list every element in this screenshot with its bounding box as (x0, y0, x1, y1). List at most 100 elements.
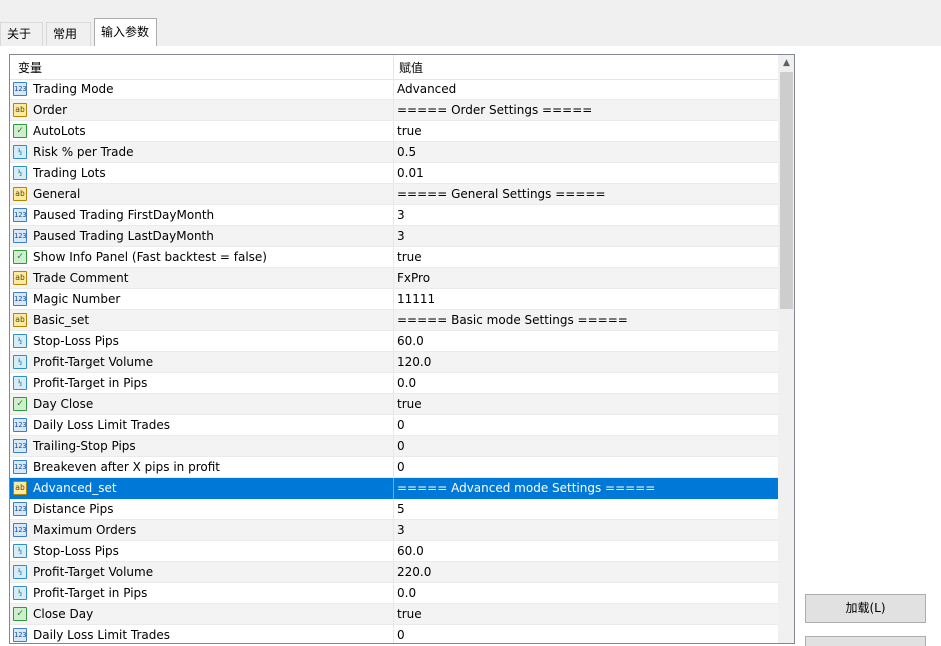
parameter-name: Paused Trading FirstDayMonth (33, 208, 215, 222)
cell-divider (393, 352, 394, 373)
parameter-name: AutoLots (33, 124, 86, 138)
parameter-name: General (33, 187, 81, 201)
parameter-name: Daily Loss Limit Trades (33, 418, 170, 432)
parameter-name: Stop-Loss Pips (33, 334, 119, 348)
parameter-row[interactable]: ✓ Show Info Panel (Fast backtest = false)… (10, 247, 778, 268)
parameter-row[interactable]: ½ Profit-Target Volume 220.0 (10, 562, 778, 583)
parameter-row[interactable]: 123 Distance Pips 5 (10, 499, 778, 520)
parameter-row[interactable]: ½ Profit-Target in Pips 0.0 (10, 583, 778, 604)
cell-divider (393, 499, 394, 520)
integer-type-icon: 123 (13, 439, 27, 453)
save-button[interactable] (805, 636, 926, 646)
parameter-name: Profit-Target Volume (33, 565, 154, 579)
parameter-row[interactable]: ✓ Day Close true (10, 394, 778, 415)
cell-divider (393, 583, 394, 604)
parameter-name: Show Info Panel (Fast backtest = false) (33, 250, 267, 264)
parameter-value[interactable]: ===== General Settings ===== (397, 187, 606, 201)
parameter-value[interactable]: 0 (397, 628, 405, 642)
load-button[interactable]: 加载(L) (805, 594, 926, 623)
parameter-value[interactable]: 0 (397, 418, 405, 432)
column-divider[interactable] (393, 55, 394, 79)
parameter-row[interactable]: ½ Stop-Loss Pips 60.0 (10, 331, 778, 352)
parameter-value[interactable]: 60.0 (397, 544, 424, 558)
parameter-row[interactable]: ab Trade Comment FxPro (10, 268, 778, 289)
parameter-value[interactable]: true (397, 397, 422, 411)
column-header-value[interactable]: 赋值 (399, 59, 423, 76)
scrollbar-thumb[interactable] (780, 72, 793, 309)
parameter-value[interactable]: 3 (397, 229, 405, 243)
parameter-value[interactable]: 0 (397, 439, 405, 453)
tab-common[interactable]: 常用 (46, 22, 91, 46)
double-type-icon: ½ (13, 544, 27, 558)
cell-divider (393, 247, 394, 268)
parameter-value[interactable]: 0.0 (397, 376, 416, 390)
parameter-value[interactable]: ===== Order Settings ===== (397, 103, 592, 117)
parameter-value[interactable]: FxPro (397, 271, 430, 285)
column-header-variable[interactable]: 变量 (18, 59, 42, 76)
parameter-row[interactable]: 123 Trading Mode Advanced (10, 79, 778, 100)
parameter-row[interactable]: 123 Daily Loss Limit Trades 0 (10, 415, 778, 436)
parameter-name: Breakeven after X pips in profit (33, 460, 220, 474)
parameter-value[interactable]: 0.01 (397, 166, 424, 180)
parameter-row[interactable]: ½ Trading Lots 0.01 (10, 163, 778, 184)
parameter-value[interactable]: true (397, 124, 422, 138)
scroll-up-arrow-icon[interactable]: ▲ (778, 55, 794, 72)
cell-divider (393, 457, 394, 478)
parameter-row[interactable]: ab Advanced_set ===== Advanced mode Settin… (10, 478, 778, 499)
parameter-value[interactable]: 0.5 (397, 145, 416, 159)
parameter-value[interactable]: 3 (397, 208, 405, 222)
parameter-value[interactable]: Advanced (397, 82, 456, 96)
double-type-icon: ½ (13, 166, 27, 180)
parameter-value[interactable]: 5 (397, 502, 405, 516)
parameter-row[interactable]: 123 Breakeven after X pips in profit 0 (10, 457, 778, 478)
cell-divider (393, 205, 394, 226)
double-type-icon: ½ (13, 355, 27, 369)
parameter-row[interactable]: ab General ===== General Settings ===== (10, 184, 778, 205)
parameter-name: Profit-Target in Pips (33, 376, 148, 390)
parameter-name: Stop-Loss Pips (33, 544, 119, 558)
parameter-row[interactable]: 123 Trailing-Stop Pips 0 (10, 436, 778, 457)
parameter-value[interactable]: 60.0 (397, 334, 424, 348)
cell-divider (393, 289, 394, 310)
parameter-name: Close Day (33, 607, 94, 621)
parameter-row[interactable]: ab Basic_set ===== Basic mode Settings ===… (10, 310, 778, 331)
vertical-scrollbar[interactable]: ▲ (778, 55, 794, 643)
parameter-value[interactable]: 220.0 (397, 565, 431, 579)
parameter-row[interactable]: ✓ AutoLots true (10, 121, 778, 142)
integer-type-icon: 123 (13, 460, 27, 474)
cell-divider (393, 79, 394, 100)
parameter-row[interactable]: ab Order ===== Order Settings ===== (10, 100, 778, 121)
parameter-row[interactable]: ½ Profit-Target in Pips 0.0 (10, 373, 778, 394)
parameter-value[interactable]: 3 (397, 523, 405, 537)
parameter-value[interactable]: 0 (397, 460, 405, 474)
parameter-value[interactable]: 120.0 (397, 355, 431, 369)
parameter-value[interactable]: true (397, 607, 422, 621)
parameter-row[interactable]: 123 Magic Number 11111 (10, 289, 778, 310)
parameter-row[interactable]: 123 Daily Loss Limit Trades 0 (10, 625, 778, 643)
parameter-value[interactable]: ===== Basic mode Settings ===== (397, 313, 628, 327)
parameter-row[interactable]: 123 Maximum Orders 3 (10, 520, 778, 541)
parameter-name: Paused Trading LastDayMonth (33, 229, 214, 243)
cell-divider (393, 604, 394, 625)
parameter-value[interactable]: 11111 (397, 292, 435, 306)
parameter-name: Basic_set (33, 313, 90, 327)
parameter-value[interactable]: ===== Advanced mode Settings ===== (397, 481, 655, 495)
parameter-name: Trailing-Stop Pips (33, 439, 136, 453)
integer-type-icon: 123 (13, 523, 27, 537)
parameter-name: Distance Pips (33, 502, 114, 516)
double-type-icon: ½ (13, 334, 27, 348)
parameter-row[interactable]: ✓ Close Day true (10, 604, 778, 625)
window-top-strip (0, 0, 941, 12)
tab-about[interactable]: 关于 (0, 22, 43, 46)
parameter-value[interactable]: true (397, 250, 422, 264)
cell-divider (393, 562, 394, 583)
tab-input-parameters[interactable]: 输入参数 (94, 18, 157, 47)
parameter-row[interactable]: ½ Profit-Target Volume 120.0 (10, 352, 778, 373)
parameter-row[interactable]: 123 Paused Trading FirstDayMonth 3 (10, 205, 778, 226)
parameter-row[interactable]: ½ Risk % per Trade 0.5 (10, 142, 778, 163)
parameter-row[interactable]: 123 Paused Trading LastDayMonth 3 (10, 226, 778, 247)
cell-divider (393, 415, 394, 436)
parameter-value[interactable]: 0.0 (397, 586, 416, 600)
cell-divider (393, 373, 394, 394)
parameter-row[interactable]: ½ Stop-Loss Pips 60.0 (10, 541, 778, 562)
